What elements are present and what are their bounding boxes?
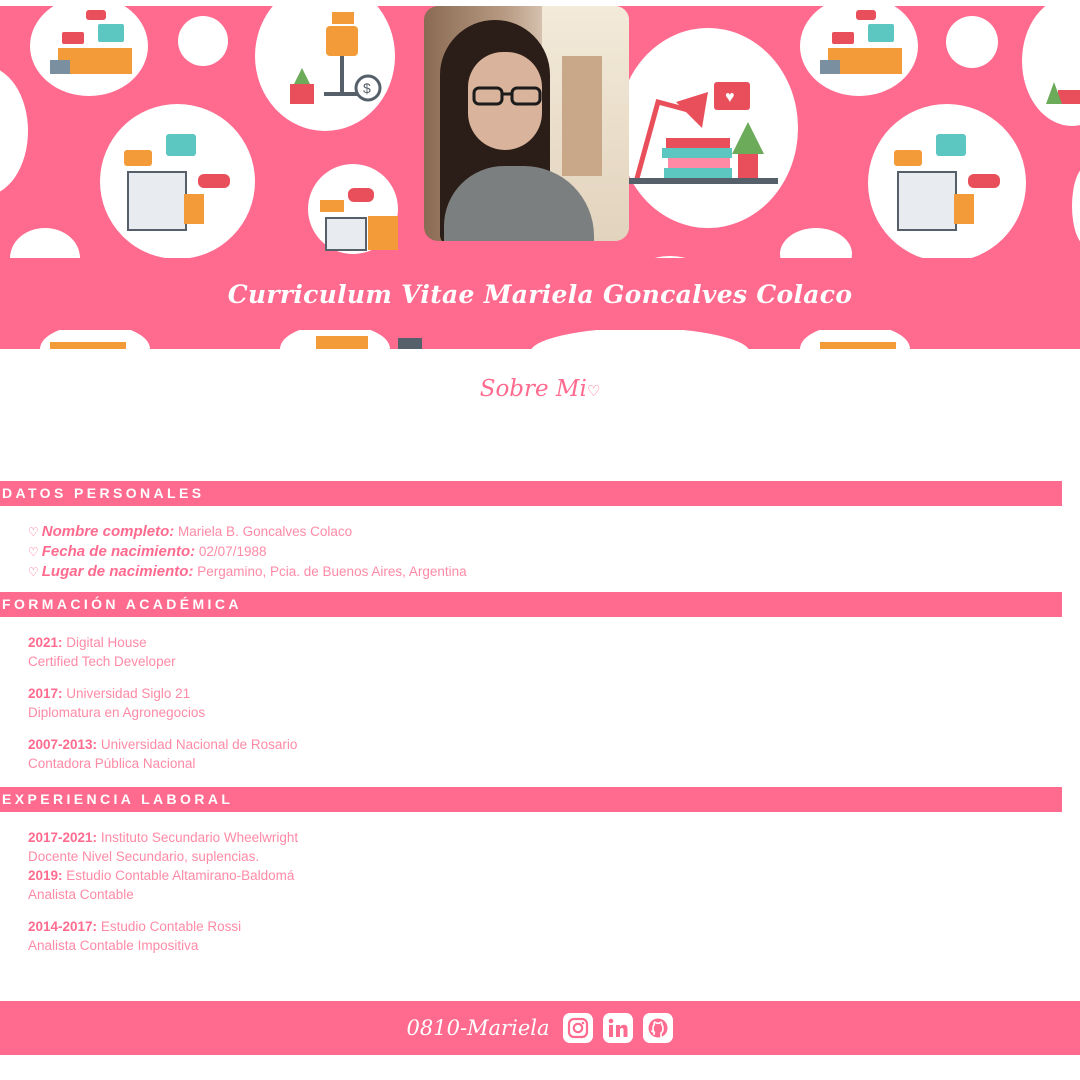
documents-illustration-2 <box>894 134 1000 231</box>
office-chair-illustration: $ <box>290 12 382 104</box>
list-item: ♡ Fecha de nacimiento: 02/07/1988 <box>28 543 267 560</box>
svg-text:$: $ <box>363 80 371 96</box>
bottom-illustrations <box>50 336 896 349</box>
heart-icon: ♡ <box>586 382 601 400</box>
footer: 0810-Mariela <box>0 1001 1080 1055</box>
about-heading: Sobre Mi♡ <box>0 376 1080 402</box>
heart-icon: ♡ <box>28 525 39 539</box>
profile-photo <box>424 6 629 241</box>
calendar-folder-illustration <box>320 188 398 251</box>
list-item: ♡ Nombre completo: Mariela B. Goncalves C… <box>28 523 353 540</box>
list-item: 2019: Estudio Contable Altamirano-Baldom… <box>28 868 295 902</box>
plant-books-illustration <box>1046 82 1080 104</box>
office-desk-illustration-2 <box>820 10 902 74</box>
list-item: 2021: Digital House Certified Tech Develo… <box>28 635 176 669</box>
github-icon[interactable] <box>643 1013 674 1043</box>
section-experience-heading: EXPERIENCIA LABORAL <box>0 787 1062 812</box>
list-item: 2014-2017: Estudio Contable Rossi Analist… <box>28 919 242 953</box>
list-item: 2017-2021: Instituto Secundario Wheelwri… <box>28 830 299 864</box>
page-title: Curriculum Vitae Mariela Goncalves Colac… <box>227 279 853 309</box>
title-banner: Curriculum Vitae Mariela Goncalves Colac… <box>0 258 1080 330</box>
svg-text:♥: ♥ <box>725 89 735 106</box>
list-item: ♡ Lugar de nacimiento: Pergamino, Pcia. d… <box>28 563 467 580</box>
office-desk-illustration <box>50 10 132 74</box>
list-item: 2007-2013: Universidad Nacional de Rosar… <box>28 737 298 771</box>
heart-icon: ♡ <box>28 545 39 559</box>
education-list: 2021: Digital House Certified Tech Develo… <box>28 633 297 786</box>
list-item: 2017: Universidad Siglo 21 Diplomatura en… <box>28 686 206 720</box>
about-title: Sobre Mi <box>479 376 587 402</box>
linkedin-icon[interactable] <box>603 1013 634 1043</box>
section-education-heading: FORMACIÓN ACADÉMICA <box>0 592 1062 617</box>
section-personal-heading: DATOS PERSONALES <box>0 481 1062 506</box>
documents-illustration <box>124 134 230 231</box>
lamp-books-illustration: ♥ <box>628 82 778 184</box>
personal-list: ♡ Nombre completo: Mariela B. Goncalves C… <box>28 522 467 582</box>
instagram-icon[interactable] <box>563 1013 594 1043</box>
footer-name: 0810-Mariela <box>406 1016 550 1040</box>
heart-icon: ♡ <box>28 565 39 579</box>
experience-list: 2017-2021: Instituto Secundario Wheelwri… <box>28 828 298 968</box>
